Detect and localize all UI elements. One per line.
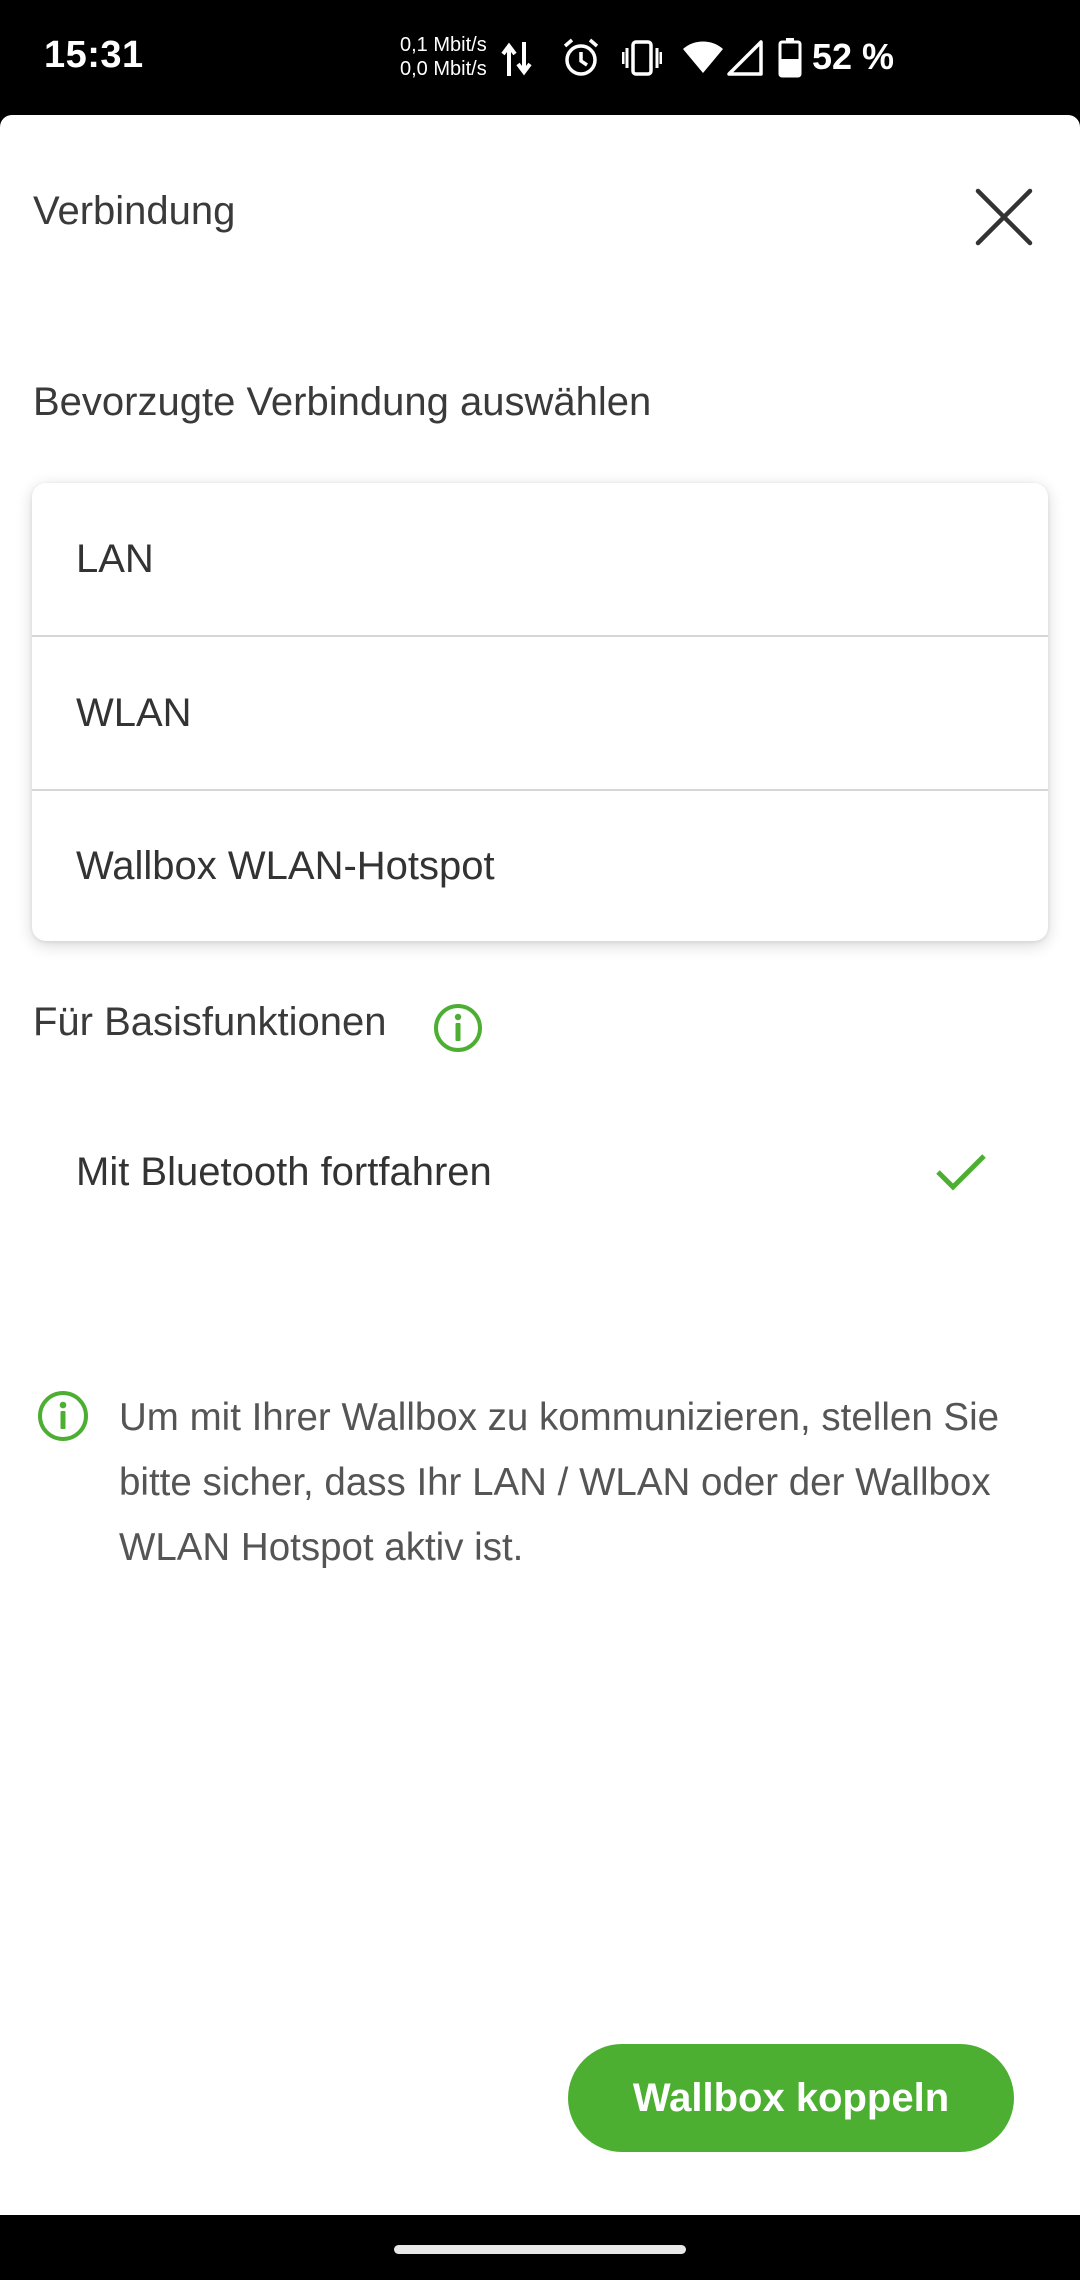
sheet-title: Verbindung [33,189,236,233]
info-icon[interactable] [432,1002,484,1054]
option-lan[interactable]: LAN [32,483,1048,635]
network-speed-up: 0,1 Mbit/s [400,34,487,56]
battery-icon [778,38,802,78]
status-bar: 15:31 0,1 Mbit/s 0,0 Mbit/s 52 % [0,0,1080,115]
vibrate-icon [622,40,662,76]
close-icon[interactable] [970,183,1038,251]
network-speed: 0,1 Mbit/s 0,0 Mbit/s [400,33,487,81]
alarm-icon [563,38,599,76]
connection-options-list: LAN WLAN Wallbox WLAN-Hotspot [32,483,1048,941]
checkmark-icon [936,1154,986,1191]
info-icon [38,1391,88,1441]
connection-sheet: Verbindung Bevorzugte Verbindung auswähl… [0,115,1080,2215]
network-speed-down: 0,0 Mbit/s [400,58,487,80]
data-arrows-icon [501,42,532,76]
battery-percent: 52 % [812,36,895,77]
pair-wallbox-button[interactable]: Wallbox koppeln [568,2044,1014,2152]
basic-functions-heading: Für Basisfunktionen [33,1000,387,1044]
info-message: Um mit Ihrer Wallbox zu kommunizieren, s… [119,1396,1000,1569]
option-wallbox-hotspot[interactable]: Wallbox WLAN-Hotspot [32,791,1048,941]
wifi-icon [683,41,723,73]
status-time: 15:31 [44,34,144,76]
preferred-connection-heading: Bevorzugte Verbindung auswählen [33,380,652,424]
home-indicator[interactable] [394,2245,686,2254]
navigation-bar [0,2215,1080,2280]
signal-icon [727,40,763,76]
option-wlan[interactable]: WLAN [32,637,1048,789]
bluetooth-option[interactable]: Mit Bluetooth fortfahren [76,1150,492,1195]
